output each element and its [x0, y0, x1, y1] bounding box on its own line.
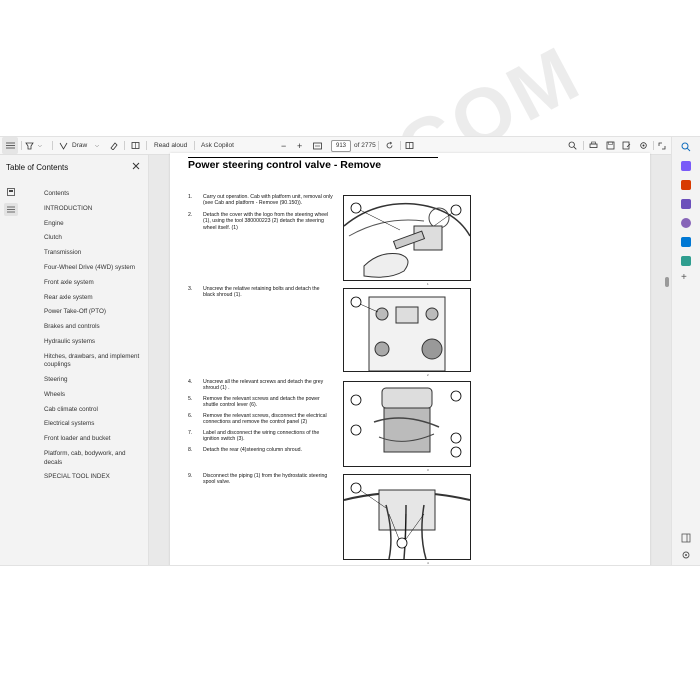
- save-icon: [606, 141, 615, 150]
- sidebar-rail: [0, 155, 22, 565]
- fullscreen-button[interactable]: [658, 137, 666, 154]
- figure-black-shroud: [343, 288, 471, 372]
- highlight-button[interactable]: ⌵: [25, 137, 42, 154]
- page-total: of 2775: [354, 137, 376, 154]
- save-button[interactable]: [606, 137, 615, 154]
- toc-item[interactable]: Contents: [44, 190, 144, 199]
- figure-caption-2: 2: [427, 373, 429, 377]
- toc-item[interactable]: Power Take-Off (PTO): [44, 308, 144, 317]
- fit-width-icon: [313, 142, 322, 149]
- sidebar-toggle-icon[interactable]: [681, 533, 691, 543]
- rotate-icon: [386, 141, 393, 149]
- send-icon[interactable]: [681, 256, 691, 266]
- toc-item[interactable]: Transmission: [44, 249, 144, 258]
- list-icon: [5, 142, 15, 149]
- book-icon: [131, 142, 140, 149]
- tag-icon[interactable]: [681, 161, 691, 171]
- toc-item[interactable]: Cab climate control: [44, 406, 144, 415]
- ask-copilot-label: Ask Copilot: [201, 142, 234, 149]
- toc-item[interactable]: Hydraulic systems: [44, 338, 144, 347]
- chevron-down-icon: ⌵: [38, 142, 42, 149]
- scrollbar-thumb[interactable]: [665, 277, 669, 287]
- document-canvas[interactable]: Power steering control valve - Remove 1.…: [149, 153, 672, 565]
- figure-caption-1: 1: [427, 282, 429, 286]
- page-total-label: of 2775: [354, 142, 376, 149]
- eraser-icon: [110, 142, 118, 150]
- title-rule: [188, 157, 438, 158]
- rotate-button[interactable]: [385, 137, 394, 154]
- copilot-icon[interactable]: [681, 218, 691, 228]
- thumbnails-button[interactable]: [4, 185, 18, 198]
- toc-item[interactable]: Platform, cab, bodywork, and decals: [44, 450, 144, 467]
- zoom-out-button[interactable]: −: [281, 137, 286, 154]
- toc-item[interactable]: Front axle system: [44, 279, 144, 288]
- figure-caption-4: 4: [427, 561, 429, 565]
- eraser-button[interactable]: [109, 137, 118, 154]
- expand-icon: [658, 142, 666, 149]
- toc-item[interactable]: Hitches, drawbars, and implement couplin…: [44, 353, 144, 370]
- save-as-icon: [622, 141, 631, 150]
- pdf-viewer-window: ⌵ Draw ⌵ Read aloud Ask Copilot − + 913 …: [0, 136, 700, 566]
- figure-steering-column: [343, 381, 471, 467]
- toc-item[interactable]: Engine: [44, 220, 144, 229]
- draw-label: Draw: [72, 142, 88, 149]
- outlook-icon[interactable]: [681, 237, 691, 247]
- figure-caption-3: 3: [427, 468, 429, 472]
- toc-toggle-button[interactable]: [2, 137, 18, 154]
- toc-item[interactable]: Electrical systems: [44, 420, 144, 429]
- list-icon: [7, 206, 15, 213]
- toc-item[interactable]: Brakes and controls: [44, 323, 144, 332]
- contents-button[interactable]: [4, 203, 18, 216]
- highlight-icon: [25, 142, 34, 150]
- save-as-button[interactable]: [622, 137, 631, 154]
- search-icon: [568, 141, 577, 150]
- browser-sidebar: +: [671, 137, 700, 565]
- chevron-down-icon: ⌵: [95, 142, 99, 149]
- two-page-icon: [405, 142, 414, 149]
- draw-button[interactable]: Draw ⌵: [59, 137, 99, 154]
- toc-list: Contents INTRODUCTION Engine Clutch Transmis…: [44, 190, 144, 488]
- print-icon: [589, 141, 598, 148]
- toc-title: Table of Contents: [6, 163, 69, 172]
- two-page-button[interactable]: [405, 137, 414, 154]
- toc-item[interactable]: Rear axle system: [44, 294, 144, 303]
- figure-steering-wheel: [343, 195, 471, 281]
- page-view-button[interactable]: [131, 137, 140, 154]
- search-icon[interactable]: [681, 142, 691, 152]
- search-button[interactable]: [568, 137, 577, 154]
- toc-item[interactable]: Steering: [44, 376, 144, 385]
- ask-copilot-button[interactable]: Ask Copilot: [201, 137, 234, 154]
- close-icon[interactable]: [130, 160, 142, 172]
- toc-item[interactable]: INTRODUCTION: [44, 205, 144, 214]
- toc-item[interactable]: Front loader and bucket: [44, 435, 144, 444]
- minus-icon: −: [281, 140, 287, 151]
- toc-item[interactable]: Four-Wheel Drive (4WD) system: [44, 264, 144, 273]
- read-aloud-label: Read aloud: [154, 142, 188, 149]
- read-aloud-button[interactable]: Read aloud: [154, 137, 187, 154]
- table-of-contents-panel: Table of Contents Contents INTRODUCTION En…: [6, 155, 149, 565]
- gear-icon: [640, 142, 647, 149]
- thumbnails-icon: [7, 187, 15, 196]
- toc-item[interactable]: SPECIAL TOOL INDEX: [44, 473, 144, 482]
- toc-item[interactable]: Wheels: [44, 391, 144, 400]
- page-title: Power steering control valve - Remove: [188, 159, 382, 171]
- gear-icon[interactable]: [681, 550, 691, 560]
- toolbox-icon[interactable]: [681, 180, 691, 190]
- draw-icon: [59, 142, 68, 150]
- zoom-in-button[interactable]: +: [297, 137, 302, 154]
- pdf-page: Power steering control valve - Remove 1.…: [170, 153, 650, 565]
- figure-steering-valve: [343, 474, 471, 560]
- print-button[interactable]: [589, 137, 598, 154]
- toc-item[interactable]: Clutch: [44, 234, 144, 243]
- chess-icon[interactable]: [681, 199, 691, 209]
- plus-icon: +: [297, 140, 303, 151]
- page-number-input[interactable]: 913: [331, 140, 351, 152]
- add-icon[interactable]: +: [681, 272, 687, 283]
- settings-button[interactable]: [639, 137, 648, 154]
- fit-page-button[interactable]: [313, 137, 322, 154]
